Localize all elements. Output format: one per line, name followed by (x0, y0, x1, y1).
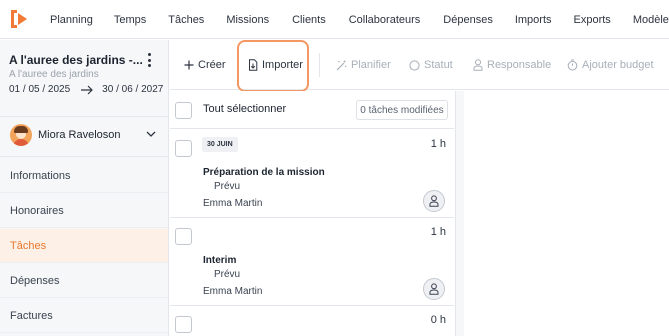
nav-clients[interactable]: Clients (292, 14, 326, 26)
nav-imports[interactable]: Imports (515, 14, 552, 26)
nav-planning[interactable]: Planning (50, 14, 93, 26)
divider (0, 156, 168, 157)
avatar (10, 124, 32, 146)
start-date: 01 / 05 / 2025 (9, 84, 71, 95)
select-all-row: Tout sélectionner 0 tâches modifiées (170, 91, 454, 129)
project-sidebar: A l'auree des jardins -... A l'auree des… (0, 40, 169, 336)
nav-missions[interactable]: Missions (226, 14, 269, 26)
plan-label: Planifier (351, 59, 391, 71)
task-status: Prévu (214, 269, 241, 280)
sidebar-item-honoraires[interactable]: Honoraires (0, 194, 168, 228)
arrow-right-icon (81, 85, 94, 94)
end-date: 30 / 06 / 2027 (102, 84, 164, 95)
divider (170, 217, 454, 218)
plus-icon (184, 60, 194, 70)
plan-button[interactable]: Planifier (336, 40, 391, 90)
group-hours: 1 h (430, 138, 446, 150)
group-hours: 1 h (430, 226, 446, 238)
group-checkbox[interactable] (175, 316, 192, 333)
add-budget-button[interactable]: Ajouter budget (567, 40, 654, 90)
user-selector[interactable]: Miora Raveloson (0, 122, 168, 150)
more-options-icon[interactable] (146, 53, 152, 67)
import-label: Importer (262, 59, 303, 71)
top-navigation: Planning Temps Tâches Missions Clients C… (0, 0, 669, 39)
status-label: Statut (424, 59, 453, 71)
task-assignee: Emma Martin (203, 198, 263, 209)
assign-person-button[interactable] (423, 190, 445, 212)
task-toolbar: Créer Importer Planifier Statut Responsa… (170, 40, 669, 92)
divider (0, 116, 168, 117)
group-checkbox[interactable] (175, 228, 192, 245)
task-status: Prévu (214, 181, 241, 192)
app-logo-icon[interactable] (8, 8, 30, 30)
timer-icon (567, 59, 578, 71)
person-icon (473, 59, 483, 71)
project-dates: 01 / 05 / 2025 30 / 06 / 2027 (9, 84, 163, 95)
modified-count-badge: 0 tâches modifiées (356, 100, 448, 120)
sidebar-item-informations[interactable]: Informations (0, 159, 168, 193)
toolbar-divider (319, 53, 320, 77)
chevron-down-icon[interactable] (146, 129, 156, 139)
task-list: Tout sélectionner 0 tâches modifiées 30 … (170, 91, 454, 336)
import-button[interactable]: Importer (248, 40, 303, 90)
nav-temps[interactable]: Temps (114, 14, 146, 26)
status-button[interactable]: Statut (409, 40, 453, 90)
select-all-label: Tout sélectionner (203, 103, 287, 115)
assign-person-button[interactable] (423, 278, 445, 300)
nav-items: Planning Temps Tâches Missions Clients C… (50, 0, 669, 39)
person-icon (429, 195, 439, 207)
task-title[interactable]: Préparation de la mission (203, 167, 325, 178)
nav-exports[interactable]: Exports (574, 14, 611, 26)
nav-taches[interactable]: Tâches (168, 14, 204, 26)
date-badge: 30 JUIN (202, 137, 238, 152)
add-budget-label: Ajouter budget (582, 59, 654, 71)
project-subtitle: A l'auree des jardins (9, 69, 99, 80)
circle-icon (409, 59, 420, 71)
create-button[interactable]: Créer (184, 40, 226, 90)
file-import-icon (249, 59, 258, 71)
sidebar-item-depenses[interactable]: Dépenses (0, 264, 168, 298)
responsible-button[interactable]: Responsable (473, 40, 551, 90)
detail-canvas (464, 91, 669, 336)
group-checkbox[interactable] (175, 140, 192, 157)
nav-modeles[interactable]: Modèles (633, 14, 669, 26)
magic-wand-icon (336, 60, 347, 70)
divider (170, 305, 454, 306)
person-icon (429, 283, 439, 295)
select-all-checkbox[interactable] (175, 102, 192, 119)
project-title: A l'auree des jardins -... (9, 53, 143, 67)
user-name: Miora Raveloson (38, 129, 121, 141)
task-assignee: Emma Martin (203, 286, 263, 297)
group-hours: 0 h (430, 314, 446, 326)
nav-collaborateurs[interactable]: Collaborateurs (349, 14, 421, 26)
sidebar-item-factures[interactable]: Factures (0, 299, 168, 333)
sidebar-item-taches[interactable]: Tâches (0, 229, 168, 263)
detail-pane (455, 91, 669, 336)
task-title[interactable]: Interim (203, 255, 236, 266)
nav-depenses[interactable]: Dépenses (443, 14, 493, 26)
create-label: Créer (198, 59, 226, 71)
responsible-label: Responsable (487, 59, 552, 71)
